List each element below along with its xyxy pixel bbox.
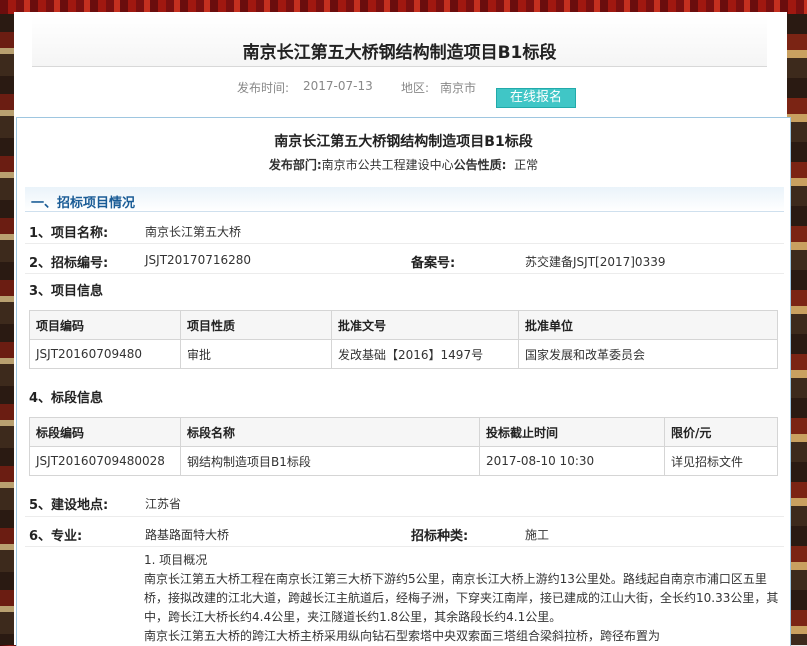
table-header-row: 标段编码 标段名称 投标截止时间 限价/元 [29,417,778,447]
table-row: JSJT20160709480 审批 发改基础【2016】1497号 国家发展和… [29,339,778,369]
lot-table: 标段编码 标段名称 投标截止时间 限价/元 JSJT20160709480028… [29,417,778,476]
project-description: 1. 项目概况 南京长江第五大桥工程在南京长江第三大桥下游约5公里，南京长江大桥… [144,551,784,646]
table-header-cell: 项目编码 [29,310,181,340]
meta-bar: 发布时间: 2017-07-13 地区: 南京市 [0,77,807,97]
table-cell: 国家发展和改革委员会 [518,339,778,369]
content-title: 南京长江第五大桥钢结构制造项目B1标段 [274,134,533,150]
region-value: 南京市 [440,81,477,95]
bid-type-label: 招标种类: [411,529,469,544]
location-row: 5、建设地点: 江苏省 [25,486,784,517]
project-name-label: 1、项目名称: [29,226,109,241]
table-header-cell: 批准单位 [518,310,778,340]
bid-no-value: JSJT20170716280 [145,253,252,267]
desc-paragraph: 南京长江第五大桥工程在南京长江第三大桥下游约5公里，南京长江大桥上游约13公里处… [144,572,779,624]
table-header-cell: 标段编码 [29,417,181,447]
table-row: JSJT20160709480028 钢结构制造项目B1标段 2017-08-1… [29,446,778,476]
record-value: 苏交建备JSJT[2017]0339 [525,255,666,269]
signup-button[interactable]: 在线报名 [496,88,576,108]
table-header-cell: 限价/元 [664,417,778,447]
publish-date: 2017-07-13 [303,79,373,93]
bid-no-row: 2、招标编号: JSJT20170716280 备案号: 苏交建备JSJT[20… [25,245,784,274]
nature-label: 公告性质: [453,158,507,172]
project-table: 项目编码 项目性质 批准文号 批准单位 JSJT20160709480 审批 发… [29,310,778,369]
specialty-label: 6、专业: [29,529,83,544]
table-cell: 钢结构制造项目B1标段 [180,446,480,476]
section-header: 一、招标项目情况 [25,187,784,212]
desc-paragraph: 南京长江第五大桥的跨江大桥主桥采用纵向钻石型索塔中央双索面三塔组合梁斜拉桥，跨径… [144,629,661,643]
table-cell: JSJT20160709480028 [29,446,181,476]
table-header-cell: 投标截止时间 [479,417,665,447]
specialty-row: 6、专业: 路基路面特大桥 招标种类: 施工 [25,518,784,547]
location-label: 5、建设地点: [29,498,109,513]
dept-line: 发布部门:南京市公共工程建设中心公告性质: 正常 [17,156,790,173]
bid-type-value: 施工 [525,528,550,542]
date-label: 发布时间: [237,81,290,95]
nature-value: 正常 [514,158,539,172]
table-header-cell: 标段名称 [180,417,480,447]
project-name-value: 南京长江第五大桥 [145,225,242,239]
project-info-label: 3、项目信息 [29,284,104,299]
bid-no-label: 2、招标编号: [29,256,109,271]
table-header-cell: 批准文号 [331,310,519,340]
lot-info-label: 4、标段信息 [29,391,104,406]
table-cell: JSJT20160709480 [29,339,181,369]
table-header-row: 项目编码 项目性质 批准文号 批准单位 [29,310,778,340]
project-name-row: 1、项目名称: 南京长江第五大桥 [25,215,784,244]
record-label: 备案号: [411,256,456,271]
title-box: 南京长江第五大桥钢结构制造项目B1标段 [32,16,767,67]
table-cell: 审批 [180,339,332,369]
dept-value: 南京市公共工程建设中心 [321,158,454,172]
table-cell: 详见招标文件 [664,446,778,476]
specialty-value: 路基路面特大桥 [145,528,230,542]
page-title: 南京长江第五大桥钢结构制造项目B1标段 [242,43,557,63]
desc-heading: 1. 项目概况 [144,553,208,567]
table-header-cell: 项目性质 [180,310,332,340]
section-title: 一、招标项目情况 [31,196,136,211]
location-value: 江苏省 [145,497,182,511]
dept-label: 发布部门: [268,158,322,172]
region-label: 地区: [401,81,430,95]
table-cell: 发改基础【2016】1497号 [331,339,519,369]
table-cell: 2017-08-10 10:30 [479,446,665,476]
